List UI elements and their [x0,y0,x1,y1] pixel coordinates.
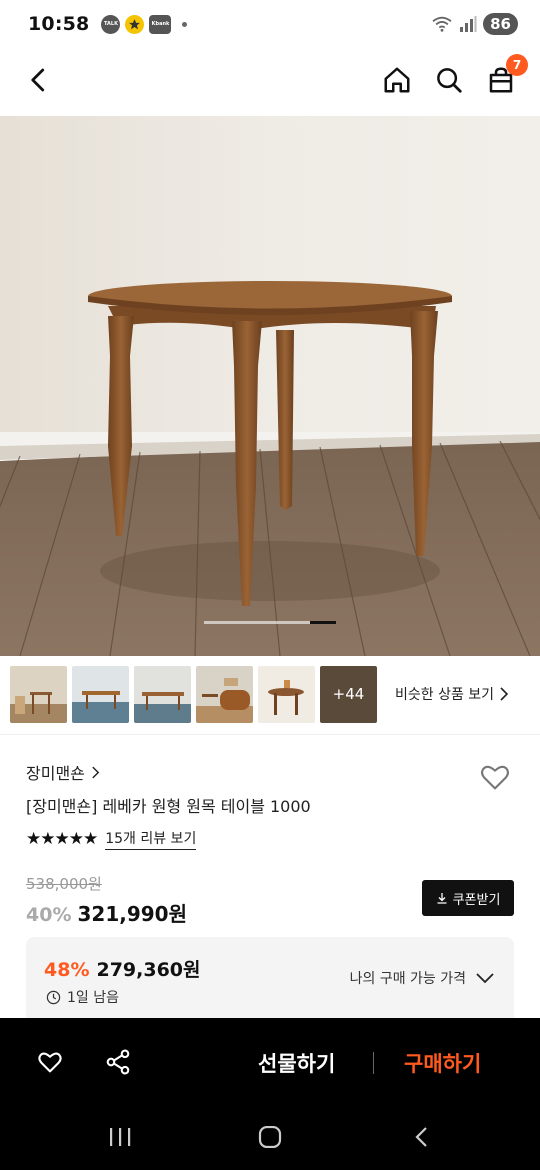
buy-button[interactable]: 구매하기 [404,1048,481,1078]
search-icon[interactable] [434,65,464,95]
chevron-down-icon [476,972,494,983]
system-status: 86 [431,13,518,35]
thumbnail-image [196,665,253,723]
product-hero-image[interactable] [0,116,540,656]
recent-apps-icon[interactable] [108,1126,132,1148]
home-icon[interactable] [382,65,412,95]
signal-icon [460,16,477,32]
thumbnail-strip: +44 비슷한 상품 보기 [0,664,540,724]
back-arrow-icon[interactable] [24,65,54,95]
round-table-photo [0,116,540,656]
download-icon [437,893,447,904]
gift-button[interactable]: 선물하기 [258,1048,335,1078]
thumbnail-more[interactable]: +44 [320,665,377,723]
status-bar: 10:58 TALK Kbank 86 [0,0,540,48]
carousel-indicator [204,621,336,624]
my-discount-rate: 48% [44,959,90,981]
my-price: 279,360원 [96,959,201,981]
thumbnail-image [258,665,315,723]
wifi-icon [432,16,452,32]
my-price-row: 48% 279,360원 [44,955,201,982]
cart-button[interactable]: 7 [486,54,528,95]
thumbnail-3[interactable] [134,665,191,723]
thumbnail-2[interactable] [72,665,129,723]
kbank-icon: Kbank [149,14,172,34]
similar-products-link[interactable]: 비슷한 상품 보기 [395,684,509,704]
thumbnail-image [72,665,129,723]
home-button-icon[interactable] [258,1126,282,1148]
review-link[interactable]: 15개 리뷰 보기 [105,828,197,850]
star-app-icon [125,14,145,34]
thumbnail-5[interactable] [258,665,315,723]
cart-count-badge: 7 [506,54,528,76]
clock-icon [46,990,61,1004]
my-price-label: 나의 구매 가능 가격 [349,971,466,987]
my-price-toggle[interactable]: 나의 구매 가능 가격 [350,968,494,988]
more-notifications-dot [182,21,188,27]
status-time: 10:58 [28,13,90,35]
action-separator [373,1052,374,1074]
original-price: 538,000원 [26,875,102,893]
wishlist-heart-icon[interactable] [478,760,512,794]
thumbnail-image [10,665,67,723]
coupon-label: 쿠폰받기 [452,892,501,908]
more-images-count: +44 [332,685,365,703]
brand-link[interactable]: 장미맨숀 [26,760,100,784]
discount-rate: 40% [26,904,72,926]
thumbnail-image [134,665,191,723]
chevron-right-icon [500,687,509,701]
system-navigation-bar [0,1108,540,1170]
thumbnail-1[interactable] [10,665,67,723]
rating-row: ★★★★★ 15개 리뷰 보기 [26,828,197,850]
time-left: 1일 남음 [46,987,119,1007]
kakaotalk-icon: TALK [101,14,121,34]
product-title: [장미맨숀] 레베카 원형 원목 테이블 1000 [26,797,311,816]
battery-indicator: 86 [483,13,518,35]
system-back-icon[interactable] [412,1126,432,1148]
purchase-action-bar: 선물하기 구매하기 [0,1018,540,1108]
sale-price: 321,990원 [77,902,187,926]
top-nav: 7 [0,52,540,108]
chevron-right-icon [92,766,100,778]
time-left-label: 1일 남음 [67,990,119,1006]
carousel-indicator-active [310,621,336,624]
thumbnail-4[interactable] [196,665,253,723]
my-price-box[interactable]: 48% 279,360원 1일 남음 나의 구매 가능 가격 [26,937,514,1027]
similar-products-label: 비슷한 상품 보기 [395,687,495,703]
price-row: 40% 321,990원 [26,898,187,927]
section-divider [0,734,540,735]
share-icon[interactable] [104,1048,132,1076]
notification-icons: TALK Kbank [101,14,188,34]
brand-name: 장미맨숀 [26,764,85,783]
wishlist-heart-icon[interactable] [36,1048,64,1076]
coupon-button[interactable]: 쿠폰받기 [422,880,514,916]
rating-stars: ★★★★★ [26,829,98,849]
